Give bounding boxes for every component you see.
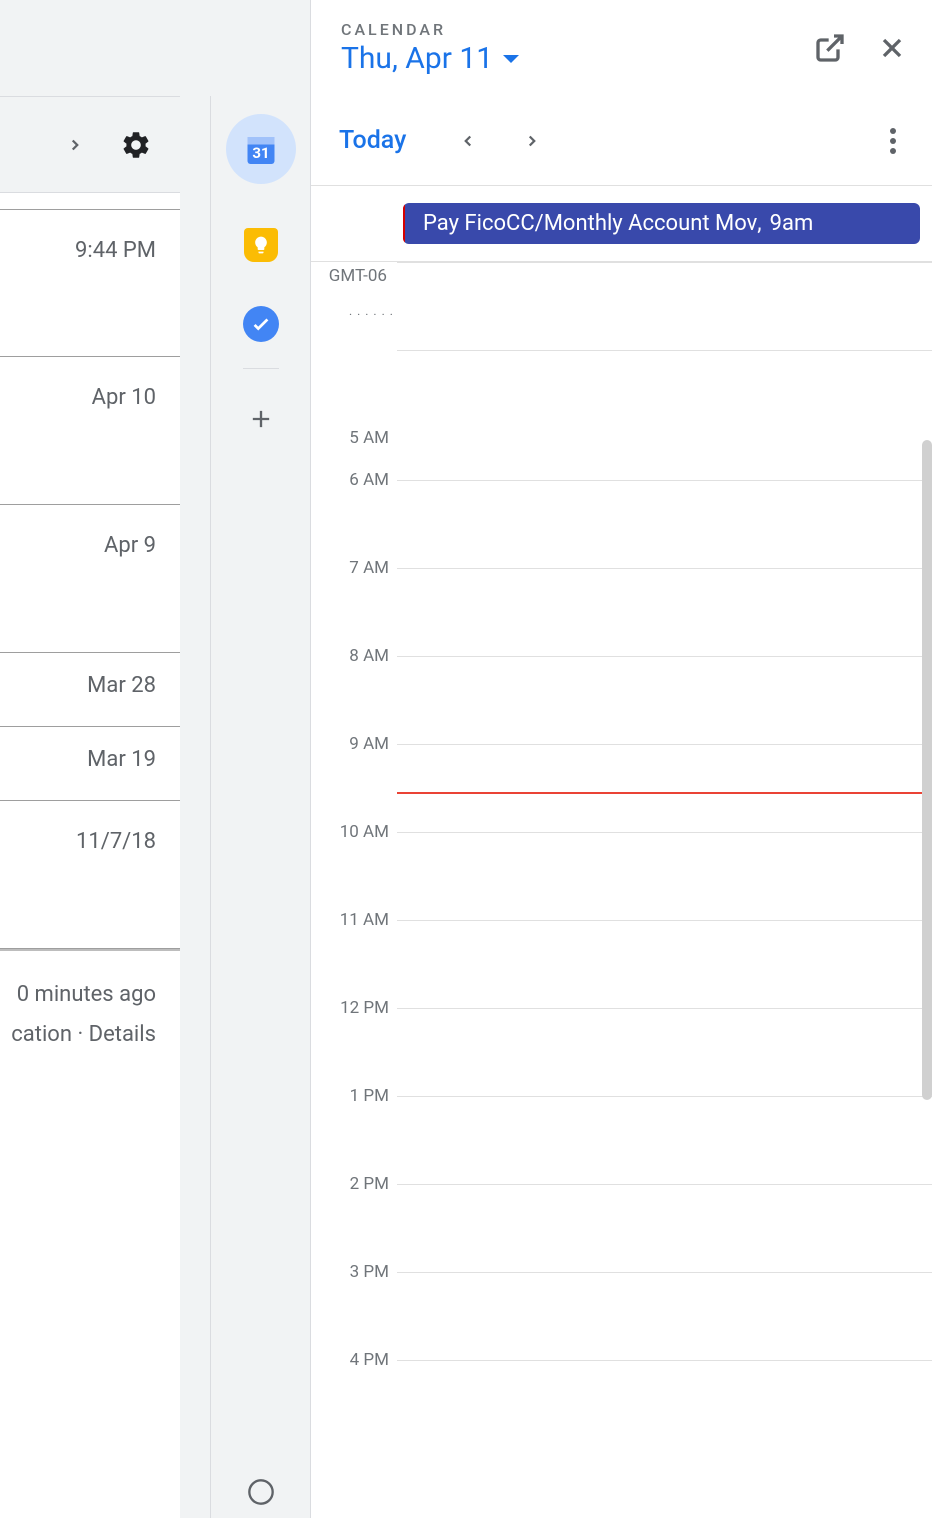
truncated-time-label: . . . . . . <box>349 304 394 318</box>
left-list: 9:44 PM Apr 10 Apr 9 Mar 28 Mar 19 11/7/… <box>0 209 180 949</box>
calendar-header: CALENDAR Thu, Apr 11 <box>311 0 932 96</box>
time-label: 9 AM <box>319 734 389 754</box>
time-grid[interactable]: . . . . . . 5 AM 6 AM 7 AM 8 AM 9 AM 10 … <box>311 262 932 1448</box>
side-rail: 31 <box>210 96 310 1518</box>
prev-day-button[interactable] <box>448 121 488 161</box>
more-menu-icon[interactable] <box>882 120 904 162</box>
list-item[interactable]: 11/7/18 <box>0 801 180 949</box>
list-item[interactable]: Apr 10 <box>0 357 180 505</box>
today-button[interactable]: Today <box>339 126 406 155</box>
calendar-date-picker[interactable]: Thu, Apr 11 <box>341 41 814 76</box>
dropdown-icon <box>503 55 519 63</box>
event-chip[interactable]: Pay FicoCC/Monthly Account Mov, 9am <box>403 203 920 244</box>
list-item[interactable]: 9:44 PM <box>0 209 180 357</box>
tasks-rail-icon[interactable] <box>243 306 279 342</box>
time-label: 1 PM <box>319 1086 389 1106</box>
time-label: 3 PM <box>319 1262 389 1282</box>
time-label: 11 AM <box>319 910 389 930</box>
time-label: 12 PM <box>319 998 389 1018</box>
add-rail-icon[interactable] <box>241 399 281 439</box>
calendar-panel: CALENDAR Thu, Apr 11 Today Pay FicoCC/Mo… <box>310 0 932 1518</box>
event-title: Pay FicoCC/Monthly Account Mov <box>423 211 757 236</box>
calendar-toolbar: Today <box>311 96 932 186</box>
rail-bottom-icon[interactable] <box>247 1478 275 1510</box>
left-column: 9:44 PM Apr 10 Apr 9 Mar 28 Mar 19 11/7/… <box>0 96 180 1518</box>
event-time: 9am <box>770 211 814 236</box>
chevron-right-icon[interactable] <box>66 128 84 161</box>
time-label: 5 AM <box>319 428 389 448</box>
time-label: 6 AM <box>319 470 389 490</box>
left-footer: 0 minutes ago cation · Details <box>0 949 180 1054</box>
list-item[interactable]: Apr 9 <box>0 505 180 653</box>
scrollbar[interactable] <box>922 440 932 1100</box>
keep-rail-icon[interactable] <box>244 228 278 262</box>
time-label: 10 AM <box>319 822 389 842</box>
gear-icon[interactable] <box>120 129 152 161</box>
time-label: 8 AM <box>319 646 389 666</box>
calendar-label: CALENDAR <box>341 20 814 39</box>
popout-icon[interactable] <box>814 32 846 64</box>
list-item[interactable]: Mar 28 <box>0 653 180 727</box>
time-label: 7 AM <box>319 558 389 578</box>
footer-line: 0 minutes ago <box>0 975 156 1015</box>
left-header <box>0 97 180 193</box>
calendar-rail-icon[interactable]: 31 <box>226 114 296 184</box>
current-time-line <box>397 792 932 794</box>
close-icon[interactable] <box>876 32 908 64</box>
time-label: 2 PM <box>319 1174 389 1194</box>
calendar-date-text: Thu, Apr 11 <box>341 41 493 76</box>
next-day-button[interactable] <box>512 121 552 161</box>
all-day-row: Pay FicoCC/Monthly Account Mov, 9am <box>311 186 932 262</box>
rail-divider <box>243 368 279 369</box>
svg-text:31: 31 <box>252 144 269 162</box>
time-label: 4 PM <box>319 1350 389 1370</box>
list-item[interactable]: Mar 19 <box>0 727 180 801</box>
footer-line[interactable]: cation · Details <box>0 1015 156 1055</box>
